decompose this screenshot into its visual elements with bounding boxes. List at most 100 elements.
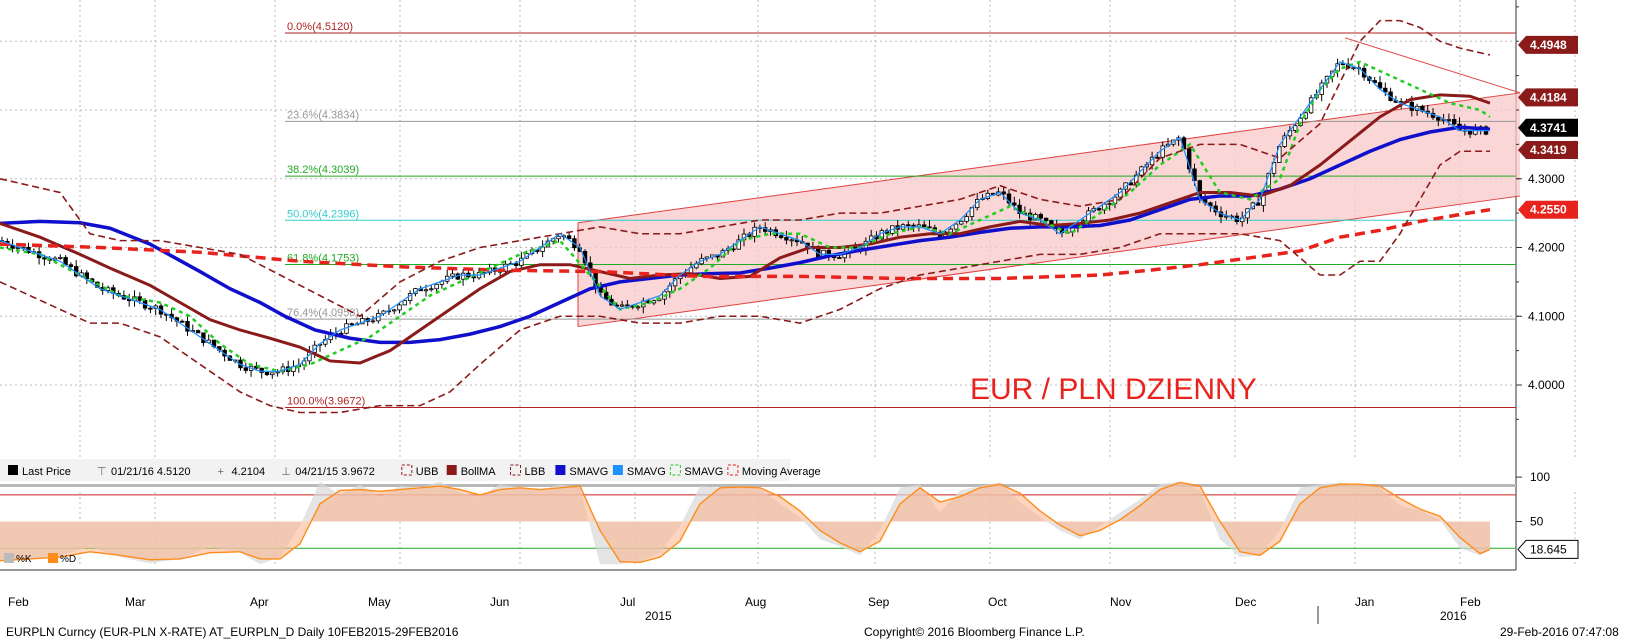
candle-body (1012, 202, 1017, 206)
candle-body (1351, 67, 1356, 70)
fib-label: 50.0%(4.2396) (287, 208, 359, 220)
x-month-label: Jul (620, 595, 635, 609)
candle-body (423, 289, 429, 292)
candle-body (784, 237, 789, 241)
candle-body (1038, 214, 1043, 219)
candle-body (1155, 156, 1160, 159)
x-month-label: Oct (988, 595, 1007, 609)
candle-body (1446, 119, 1452, 121)
x-month-label: Feb (1460, 595, 1481, 609)
candle-body (598, 287, 604, 293)
candle-body (1436, 117, 1441, 121)
panel-divider (0, 484, 1516, 487)
candle-body (922, 224, 927, 228)
candle-body (635, 306, 641, 309)
legend-label: 4.2104 (232, 466, 266, 478)
candle-body (349, 323, 354, 326)
candle-body (270, 372, 275, 376)
legend-label: SMAVG (569, 466, 608, 478)
candle-body (604, 291, 609, 300)
x-month-label: May (368, 595, 391, 609)
fib-label: 38.2%(4.3039) (287, 164, 359, 176)
x-month-label: Aug (745, 595, 766, 609)
candle-body (948, 228, 953, 233)
candle-body (1043, 217, 1049, 222)
legend-label: LBB (525, 466, 546, 478)
candle-body (397, 304, 402, 311)
x-month-label: Jan (1355, 595, 1374, 609)
candle-body (1467, 130, 1473, 135)
legend-label: Last Price (22, 466, 71, 478)
candle-body (566, 235, 572, 240)
candle-body (959, 220, 964, 225)
footer-source: EURPLN Curncy (EUR-PLN X-RATE) AT_EURPLN… (6, 625, 459, 639)
candle-body (1001, 191, 1006, 195)
stoch-y-label: 50 (1530, 515, 1544, 529)
candle-body (391, 309, 397, 312)
candle-body (513, 263, 519, 266)
stoch-legend-label: %K (16, 554, 32, 565)
x-month-label: Feb (8, 595, 29, 609)
fib-label: 76.4%(4.0958) (287, 307, 359, 319)
price-tag-label: 4.2550 (1530, 203, 1567, 217)
footer-copyright: Copyright© 2016 Bloomberg Finance L.P. (864, 625, 1085, 639)
candle-body (429, 288, 434, 291)
y-tick-label: 4.2000 (1528, 241, 1565, 255)
candle-body (179, 320, 185, 323)
stoch-readout: 18.645 (1530, 542, 1567, 556)
candle-body (837, 257, 842, 259)
legend-glyph: ⊤ (97, 466, 107, 478)
x-month-label: Sep (868, 595, 890, 609)
candle-body (370, 320, 376, 323)
legend-glyph: + (218, 466, 224, 478)
candle-body (911, 224, 916, 227)
stoch-legend-label: %D (60, 554, 76, 565)
price-tag-label: 4.3741 (1530, 121, 1567, 135)
x-month-label: Nov (1110, 595, 1131, 609)
candle-body (964, 216, 969, 222)
candle-body (68, 264, 74, 267)
x-month-label: Dec (1235, 595, 1256, 609)
legend-label: 01/21/16 4.5120 (111, 466, 191, 478)
legend-label: Moving Average (742, 466, 821, 478)
legend-label: 04/21/15 3.9672 (295, 466, 375, 478)
legend-swatch (8, 465, 18, 475)
legend: Last Price ⊤ 01/21/16 4.5120 +4.2104 ⊥ 04/21/… (0, 459, 821, 481)
candle-body (275, 371, 280, 374)
y-tick-label: 4.1000 (1528, 309, 1565, 323)
candle-body (243, 367, 248, 371)
candle-body (471, 276, 476, 279)
candle-body (1383, 87, 1388, 93)
candle-body (450, 273, 455, 277)
legend-swatch (612, 465, 623, 475)
candle-body (1107, 203, 1112, 206)
x-month-label: Apr (250, 595, 269, 609)
footer-timestamp: 29-Feb-2016 07:47:08 (1500, 625, 1619, 639)
x-year-label: 2016 (1440, 609, 1467, 623)
candle-body (434, 283, 439, 290)
legend-label: SMAVG (627, 466, 666, 478)
candle-body (1096, 207, 1102, 211)
candle-body (1293, 125, 1298, 131)
stoch-y-label: 100 (1530, 470, 1550, 484)
candle-body (906, 224, 911, 227)
x-year-label: 2015 (645, 609, 672, 623)
eurpln-chart: 0.0%(4.5120) 23.6%(4.3834) 38.2%(4.3039) 50… (0, 0, 1638, 641)
candle-body (264, 372, 270, 376)
candle-body (195, 330, 201, 334)
legend-swatch (446, 465, 457, 475)
legend-label: UBB (416, 466, 439, 478)
price-tag-label: 4.4948 (1530, 38, 1567, 52)
candle-body (58, 257, 63, 259)
candle-body (778, 235, 784, 238)
stoch-legend-swatch (4, 553, 14, 563)
candle-body (42, 257, 47, 260)
y-tick-label: 4.0000 (1528, 378, 1565, 392)
candle-body (460, 272, 466, 280)
legend-swatch (555, 465, 566, 475)
candle-body (148, 307, 153, 310)
candle-body (1452, 119, 1457, 125)
legend-glyph: ⊥ (281, 466, 291, 478)
candle-body (789, 239, 794, 242)
fib-label: 0.0%(4.5120) (287, 21, 353, 33)
